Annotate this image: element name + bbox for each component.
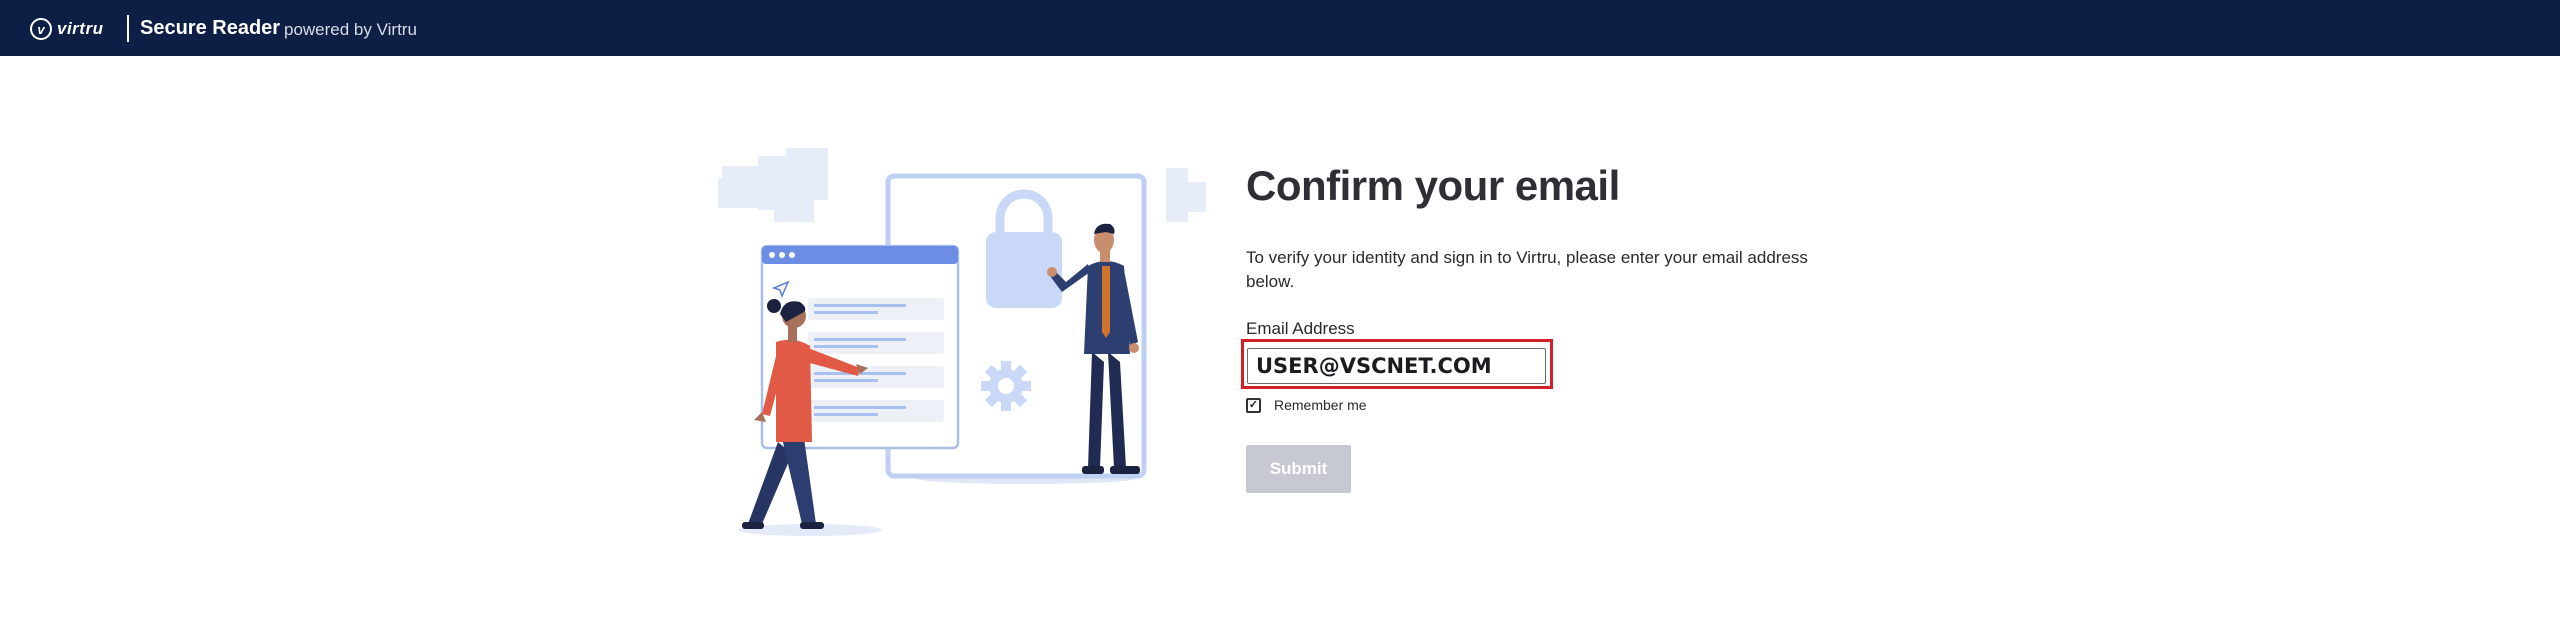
- header-divider: [127, 15, 129, 42]
- top-bar: v virtru Secure Reader powered by Virtru: [0, 0, 2560, 56]
- page-title: Confirm your email: [1246, 162, 1620, 209]
- secure-email-illustration: [718, 148, 1206, 536]
- virtru-logo-icon: v: [30, 18, 52, 40]
- instructions-text: To verify your identity and sign in to V…: [1246, 248, 1808, 291]
- remember-me-checkbox[interactable]: ✓: [1246, 397, 1261, 413]
- app-name: Secure Reader: [140, 17, 281, 39]
- email-field-label: Email Address: [1246, 319, 1355, 338]
- submit-button[interactable]: Submit: [1246, 445, 1351, 493]
- gear-icon: [981, 361, 1031, 411]
- remember-me-label: Remember me: [1274, 397, 1367, 413]
- email-field[interactable]: [1247, 348, 1546, 384]
- virtru-logo-text: virtru: [57, 19, 104, 38]
- remember-me-option[interactable]: ✓ Remember me: [1246, 396, 1367, 414]
- virtru-logo[interactable]: v virtru: [30, 16, 103, 42]
- powered-by-text: powered by Virtru: [284, 20, 417, 39]
